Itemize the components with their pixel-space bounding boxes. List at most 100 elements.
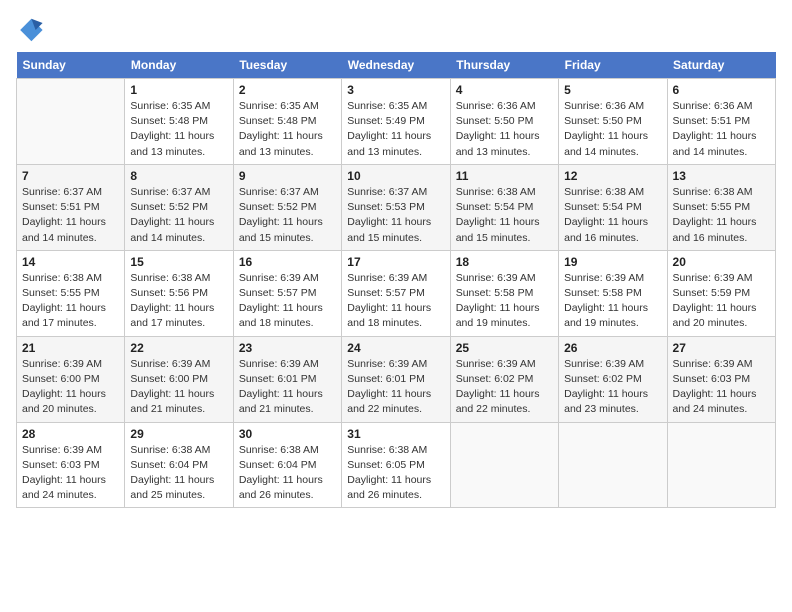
calendar-cell: 27 Sunrise: 6:39 AM Sunset: 6:03 PM Dayli… — [667, 336, 775, 422]
day-info: Sunrise: 6:39 AM Sunset: 5:57 PM Dayligh… — [347, 271, 444, 332]
calendar-cell: 12 Sunrise: 6:38 AM Sunset: 5:54 PM Dayli… — [559, 164, 667, 250]
day-info: Sunrise: 6:36 AM Sunset: 5:50 PM Dayligh… — [456, 99, 553, 160]
calendar-cell: 31 Sunrise: 6:38 AM Sunset: 6:05 PM Dayli… — [342, 422, 450, 508]
day-number: 19 — [564, 255, 661, 269]
calendar-cell: 6 Sunrise: 6:36 AM Sunset: 5:51 PM Daylig… — [667, 79, 775, 165]
day-number: 15 — [130, 255, 227, 269]
day-info: Sunrise: 6:35 AM Sunset: 5:49 PM Dayligh… — [347, 99, 444, 160]
day-info: Sunrise: 6:39 AM Sunset: 5:58 PM Dayligh… — [456, 271, 553, 332]
day-number: 24 — [347, 341, 444, 355]
day-info: Sunrise: 6:36 AM Sunset: 5:51 PM Dayligh… — [673, 99, 770, 160]
day-number: 10 — [347, 169, 444, 183]
calendar-cell: 17 Sunrise: 6:39 AM Sunset: 5:57 PM Dayli… — [342, 250, 450, 336]
calendar-cell: 8 Sunrise: 6:37 AM Sunset: 5:52 PM Daylig… — [125, 164, 233, 250]
weekday-header-monday: Monday — [125, 52, 233, 79]
day-info: Sunrise: 6:39 AM Sunset: 6:02 PM Dayligh… — [564, 357, 661, 418]
calendar-cell: 28 Sunrise: 6:39 AM Sunset: 6:03 PM Dayli… — [17, 422, 125, 508]
calendar-cell: 7 Sunrise: 6:37 AM Sunset: 5:51 PM Daylig… — [17, 164, 125, 250]
day-number: 14 — [22, 255, 119, 269]
day-number: 11 — [456, 169, 553, 183]
day-number: 27 — [673, 341, 770, 355]
calendar-cell: 14 Sunrise: 6:38 AM Sunset: 5:55 PM Dayli… — [17, 250, 125, 336]
calendar-cell: 26 Sunrise: 6:39 AM Sunset: 6:02 PM Dayli… — [559, 336, 667, 422]
day-number: 7 — [22, 169, 119, 183]
weekday-header-sunday: Sunday — [17, 52, 125, 79]
calendar-cell: 25 Sunrise: 6:39 AM Sunset: 6:02 PM Dayli… — [450, 336, 558, 422]
calendar-cell: 1Sunrise: 6:35 AM Sunset: 5:48 PM Daylig… — [125, 79, 233, 165]
day-info: Sunrise: 6:39 AM Sunset: 6:00 PM Dayligh… — [130, 357, 227, 418]
calendar-cell: 11 Sunrise: 6:38 AM Sunset: 5:54 PM Dayli… — [450, 164, 558, 250]
day-info: Sunrise: 6:37 AM Sunset: 5:53 PM Dayligh… — [347, 185, 444, 246]
day-number: 2 — [239, 83, 336, 97]
day-number: 3 — [347, 83, 444, 97]
day-number: 28 — [22, 427, 119, 441]
calendar-cell: 13 Sunrise: 6:38 AM Sunset: 5:55 PM Dayli… — [667, 164, 775, 250]
day-info: Sunrise: 6:39 AM Sunset: 5:59 PM Dayligh… — [673, 271, 770, 332]
calendar-cell: 10 Sunrise: 6:37 AM Sunset: 5:53 PM Dayli… — [342, 164, 450, 250]
calendar-cell: 19 Sunrise: 6:39 AM Sunset: 5:58 PM Dayli… — [559, 250, 667, 336]
day-number: 16 — [239, 255, 336, 269]
calendar-cell: 9Sunrise: 6:37 AM Sunset: 5:52 PM Daylig… — [233, 164, 341, 250]
day-number: 26 — [564, 341, 661, 355]
calendar-cell: 29Sunrise: 6:38 AM Sunset: 6:04 PM Dayli… — [125, 422, 233, 508]
day-info: Sunrise: 6:35 AM Sunset: 5:48 PM Dayligh… — [239, 99, 336, 160]
day-number: 9 — [239, 169, 336, 183]
day-number: 31 — [347, 427, 444, 441]
calendar-cell: 22 Sunrise: 6:39 AM Sunset: 6:00 PM Dayli… — [125, 336, 233, 422]
weekday-header-wednesday: Wednesday — [342, 52, 450, 79]
calendar-cell: 4 Sunrise: 6:36 AM Sunset: 5:50 PM Daylig… — [450, 79, 558, 165]
weekday-header-saturday: Saturday — [667, 52, 775, 79]
day-number: 8 — [130, 169, 227, 183]
day-info: Sunrise: 6:39 AM Sunset: 5:58 PM Dayligh… — [564, 271, 661, 332]
calendar-cell: 2 Sunrise: 6:35 AM Sunset: 5:48 PM Daylig… — [233, 79, 341, 165]
weekday-header-thursday: Thursday — [450, 52, 558, 79]
day-number: 12 — [564, 169, 661, 183]
calendar-cell: 3 Sunrise: 6:35 AM Sunset: 5:49 PM Daylig… — [342, 79, 450, 165]
day-number: 25 — [456, 341, 553, 355]
day-info: Sunrise: 6:38 AM Sunset: 5:55 PM Dayligh… — [673, 185, 770, 246]
weekday-header-friday: Friday — [559, 52, 667, 79]
day-number: 23 — [239, 341, 336, 355]
day-info: Sunrise: 6:39 AM Sunset: 6:02 PM Dayligh… — [456, 357, 553, 418]
day-number: 21 — [22, 341, 119, 355]
logo — [16, 16, 48, 44]
calendar-cell: 21 Sunrise: 6:39 AM Sunset: 6:00 PM Dayli… — [17, 336, 125, 422]
logo-icon — [16, 16, 44, 44]
day-number: 29 — [130, 427, 227, 441]
day-info: Sunrise: 6:39 AM Sunset: 6:03 PM Dayligh… — [673, 357, 770, 418]
day-number: 30 — [239, 427, 336, 441]
day-info: Sunrise: 6:39 AM Sunset: 5:57 PM Dayligh… — [239, 271, 336, 332]
day-info: Sunrise: 6:38 AM Sunset: 5:54 PM Dayligh… — [564, 185, 661, 246]
day-number: 1 — [130, 83, 227, 97]
day-info: Sunrise: 6:38 AM Sunset: 6:05 PM Dayligh… — [347, 443, 444, 504]
calendar-cell: 15Sunrise: 6:38 AM Sunset: 5:56 PM Dayli… — [125, 250, 233, 336]
day-number: 18 — [456, 255, 553, 269]
calendar-cell: 23Sunrise: 6:39 AM Sunset: 6:01 PM Dayli… — [233, 336, 341, 422]
day-info: Sunrise: 6:39 AM Sunset: 6:00 PM Dayligh… — [22, 357, 119, 418]
calendar-cell — [559, 422, 667, 508]
day-info: Sunrise: 6:38 AM Sunset: 6:04 PM Dayligh… — [239, 443, 336, 504]
day-number: 4 — [456, 83, 553, 97]
calendar-cell — [667, 422, 775, 508]
day-info: Sunrise: 6:36 AM Sunset: 5:50 PM Dayligh… — [564, 99, 661, 160]
day-number: 22 — [130, 341, 227, 355]
calendar-cell — [17, 79, 125, 165]
day-info: Sunrise: 6:37 AM Sunset: 5:52 PM Dayligh… — [130, 185, 227, 246]
day-number: 5 — [564, 83, 661, 97]
weekday-header-tuesday: Tuesday — [233, 52, 341, 79]
day-info: Sunrise: 6:37 AM Sunset: 5:51 PM Dayligh… — [22, 185, 119, 246]
day-info: Sunrise: 6:39 AM Sunset: 6:01 PM Dayligh… — [347, 357, 444, 418]
day-number: 20 — [673, 255, 770, 269]
calendar-cell — [450, 422, 558, 508]
day-number: 17 — [347, 255, 444, 269]
day-info: Sunrise: 6:38 AM Sunset: 5:55 PM Dayligh… — [22, 271, 119, 332]
day-number: 6 — [673, 83, 770, 97]
day-info: Sunrise: 6:38 AM Sunset: 5:54 PM Dayligh… — [456, 185, 553, 246]
day-info: Sunrise: 6:39 AM Sunset: 6:03 PM Dayligh… — [22, 443, 119, 504]
calendar-table: SundayMondayTuesdayWednesdayThursdayFrid… — [16, 52, 776, 508]
calendar-cell: 16 Sunrise: 6:39 AM Sunset: 5:57 PM Dayli… — [233, 250, 341, 336]
calendar-cell: 5 Sunrise: 6:36 AM Sunset: 5:50 PM Daylig… — [559, 79, 667, 165]
calendar-cell: 18 Sunrise: 6:39 AM Sunset: 5:58 PM Dayli… — [450, 250, 558, 336]
day-number: 13 — [673, 169, 770, 183]
calendar-cell: 20 Sunrise: 6:39 AM Sunset: 5:59 PM Dayli… — [667, 250, 775, 336]
